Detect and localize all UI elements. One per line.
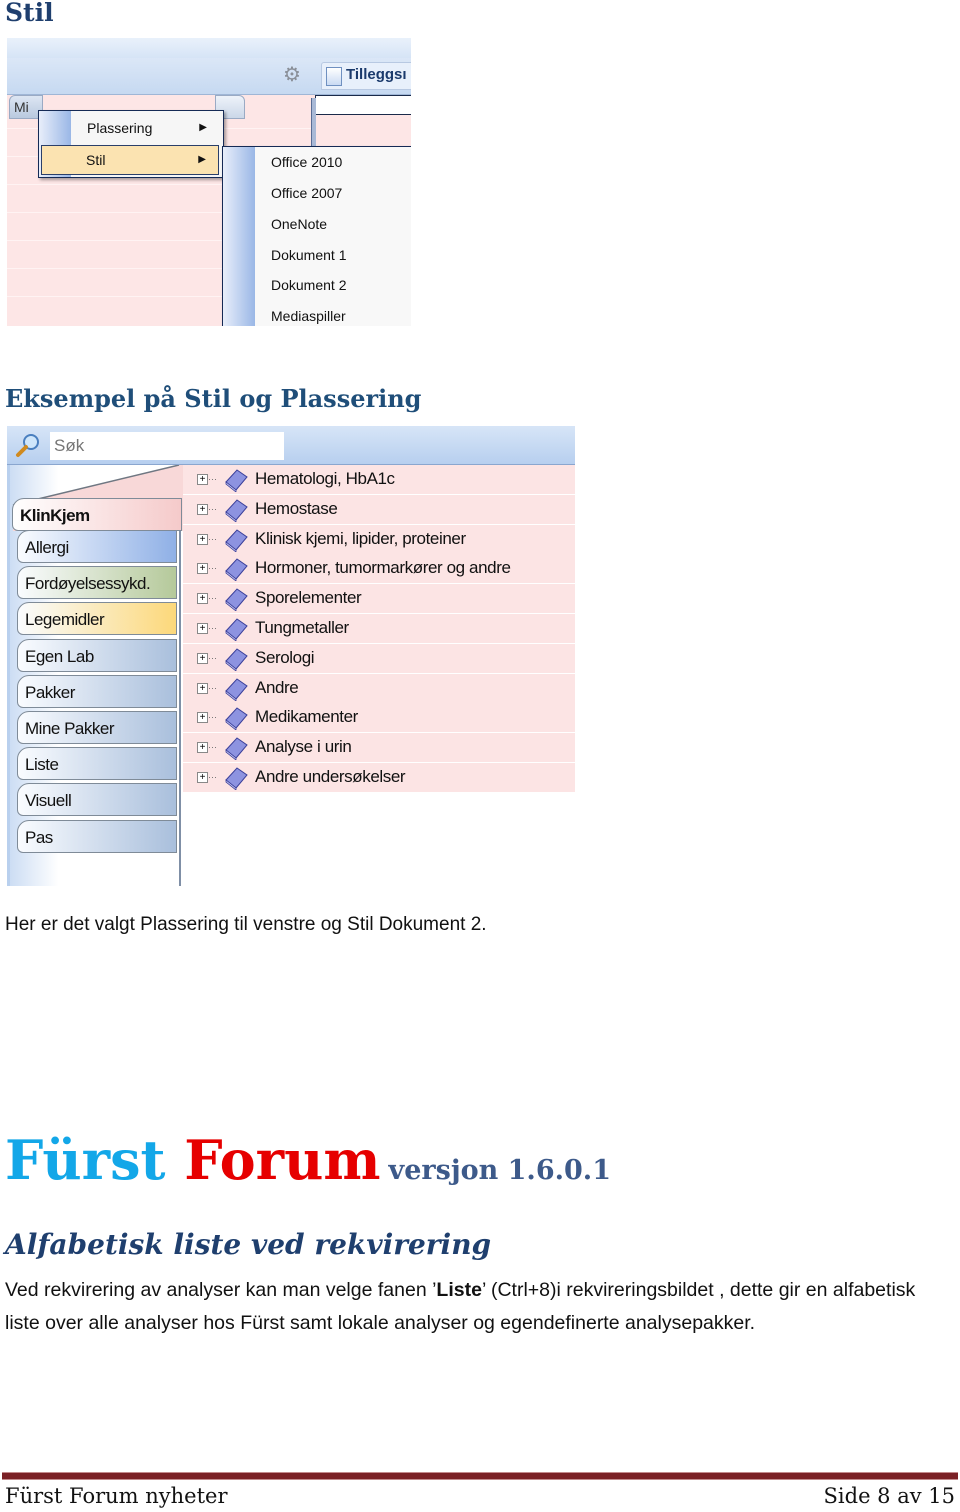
search-bar [7,426,575,465]
submenu-arrow-icon: ▶ [199,122,207,133]
expand-icon[interactable]: + [197,533,208,545]
tree-label: Andre undersøkelser [255,767,406,786]
expand-icon[interactable]: + [197,563,208,575]
page-number: Side 8 av 15 [823,1484,955,1508]
tree-label: Hematologi, HbA1c [255,469,395,488]
tree-label: Medikamenter [255,707,358,727]
tab-egen-lab[interactable]: Egen Lab [17,638,177,672]
tree-row[interactable]: + ··· Sporelementer [183,584,575,615]
brand-title: Fürst Forum versjon 1.6.0.1 [5,1128,611,1192]
section-heading-alfabetisk: Alfabetisk liste ved rekvirering [5,1228,492,1261]
menu-item-stil[interactable]: Stil ▶ [41,145,219,175]
expand-icon[interactable]: + [197,623,208,634]
liste-term: Liste [436,1279,482,1301]
tree-row[interactable]: + ··· Klinisk kjemi, lipider, proteiner [183,524,575,555]
footer-divider [2,1472,958,1480]
tree-row[interactable]: + ··· Andre [183,673,575,704]
footer-title: Fürst Forum nyheter [5,1484,228,1508]
magnifier-icon [16,434,39,457]
tree-label: Analyse i urin [255,737,352,757]
tree-label: Serologi [255,647,315,667]
expand-icon[interactable]: + [197,742,208,754]
submenu-item-dokument-2[interactable]: Dokument 2 [271,270,346,300]
brand-word-forum: Forum [184,1128,381,1192]
book-icon [225,737,248,761]
tillegg-label: Tilleggsı [346,66,407,83]
expand-icon[interactable]: + [197,593,208,605]
submenu-item-mediaspiller[interactable]: Mediaspiller [271,301,346,326]
brand-word-furst: Fürst [5,1128,166,1192]
book-icon [225,588,248,612]
tab-allergi[interactable]: Allergi [17,530,177,563]
title-bar [7,38,411,58]
tree-label: Hormoner, tumormarkører og andre [255,558,511,578]
expand-icon[interactable]: + [197,503,208,515]
tab-mine-pakker[interactable]: Mine Pakker [17,711,177,744]
tillegg-button[interactable]: Tilleggsı [321,62,411,90]
book-icon [225,469,248,492]
expand-icon[interactable]: + [197,712,208,724]
context-menu: Plassering ▶ Stil ▶ [38,110,224,178]
book-icon [225,618,248,641]
book-icon [225,677,248,701]
section-heading-stil: Stil [5,0,54,27]
submenu-item-onenote[interactable]: OneNote [271,209,327,239]
example-screenshot: KlinKjemAllergiFordøyelsessykd.Legemidle… [7,426,575,886]
tab-visuell[interactable]: Visuell [17,783,177,817]
tree-row[interactable]: + ··· Serologi [183,643,575,674]
category-tree: + ··· Hematologi, HbA1c + ··· Hemostase + ··· Kl… [183,465,575,795]
grid-header [315,95,411,115]
brand-version: versjon 1.6.0.1 [388,1155,611,1186]
tree-row[interactable]: + ··· Hematologi, HbA1c [183,465,575,495]
tab-klinkjem[interactable]: KlinKjem [12,498,182,531]
tab-legemidler[interactable]: Legemidler [17,602,177,636]
tree-label: Sporelementer [255,588,362,608]
tab-pas[interactable]: Pas [17,819,177,853]
style-submenu: Office 2010 Office 2007 OneNote Dokument… [222,146,411,326]
tree-label: Hemostase [255,498,338,518]
book-icon [225,707,248,731]
submenu-item-office-2010[interactable]: Office 2010 [271,147,342,177]
tree-label: Klinisk kjemi, lipider, proteiner [255,528,466,548]
menu-item-plassering[interactable]: Plassering ▶ [41,114,219,142]
tree-row[interactable]: + ··· Medikamenter [183,703,575,734]
tab-fordøyelsessykd[interactable]: Fordøyelsessykd. [17,566,177,600]
expand-icon[interactable]: + [197,474,208,485]
expand-icon[interactable]: + [197,682,208,694]
document-icon [326,67,342,86]
book-icon [225,499,248,522]
book-icon [225,528,248,552]
book-icon [225,767,248,790]
submenu-item-office-2007[interactable]: Office 2007 [271,178,342,208]
expand-icon[interactable]: + [197,652,208,664]
section-heading-example: Eksempel på Stil og Plassering [5,384,422,413]
tree-label: Tungmetaller [255,618,349,637]
expand-icon[interactable]: + [197,772,208,783]
tree-row[interactable]: + ··· Hemostase [183,494,575,525]
tab-pakker[interactable]: Pakker [17,674,177,708]
book-icon [225,648,248,671]
style-menu-screenshot: ⚙ Tilleggsı Mi Plassering ▶ Stil ▶ Offic… [7,38,411,326]
gear-icon[interactable]: ⚙ [283,62,301,87]
tree-label: Andre [255,677,299,697]
caption: Her er det valgt Plassering til venstre … [5,914,487,935]
search-input[interactable] [50,432,284,460]
tree-row[interactable]: + ··· Analyse i urin [183,733,575,764]
body-paragraph: Ved rekvirering av analyser kan man velg… [5,1279,916,1334]
submenu-item-dokument-1[interactable]: Dokument 1 [271,240,346,270]
tree-row[interactable]: + ··· Andre undersøkelser [183,763,575,793]
tab-liste[interactable]: Liste [17,747,177,781]
submenu-arrow-icon: ▶ [198,154,206,165]
book-icon [225,558,248,582]
tree-row[interactable]: + ··· Hormoner, tumormarkører og andre [183,554,575,585]
tree-row[interactable]: + ··· Tungmetaller [183,614,575,644]
